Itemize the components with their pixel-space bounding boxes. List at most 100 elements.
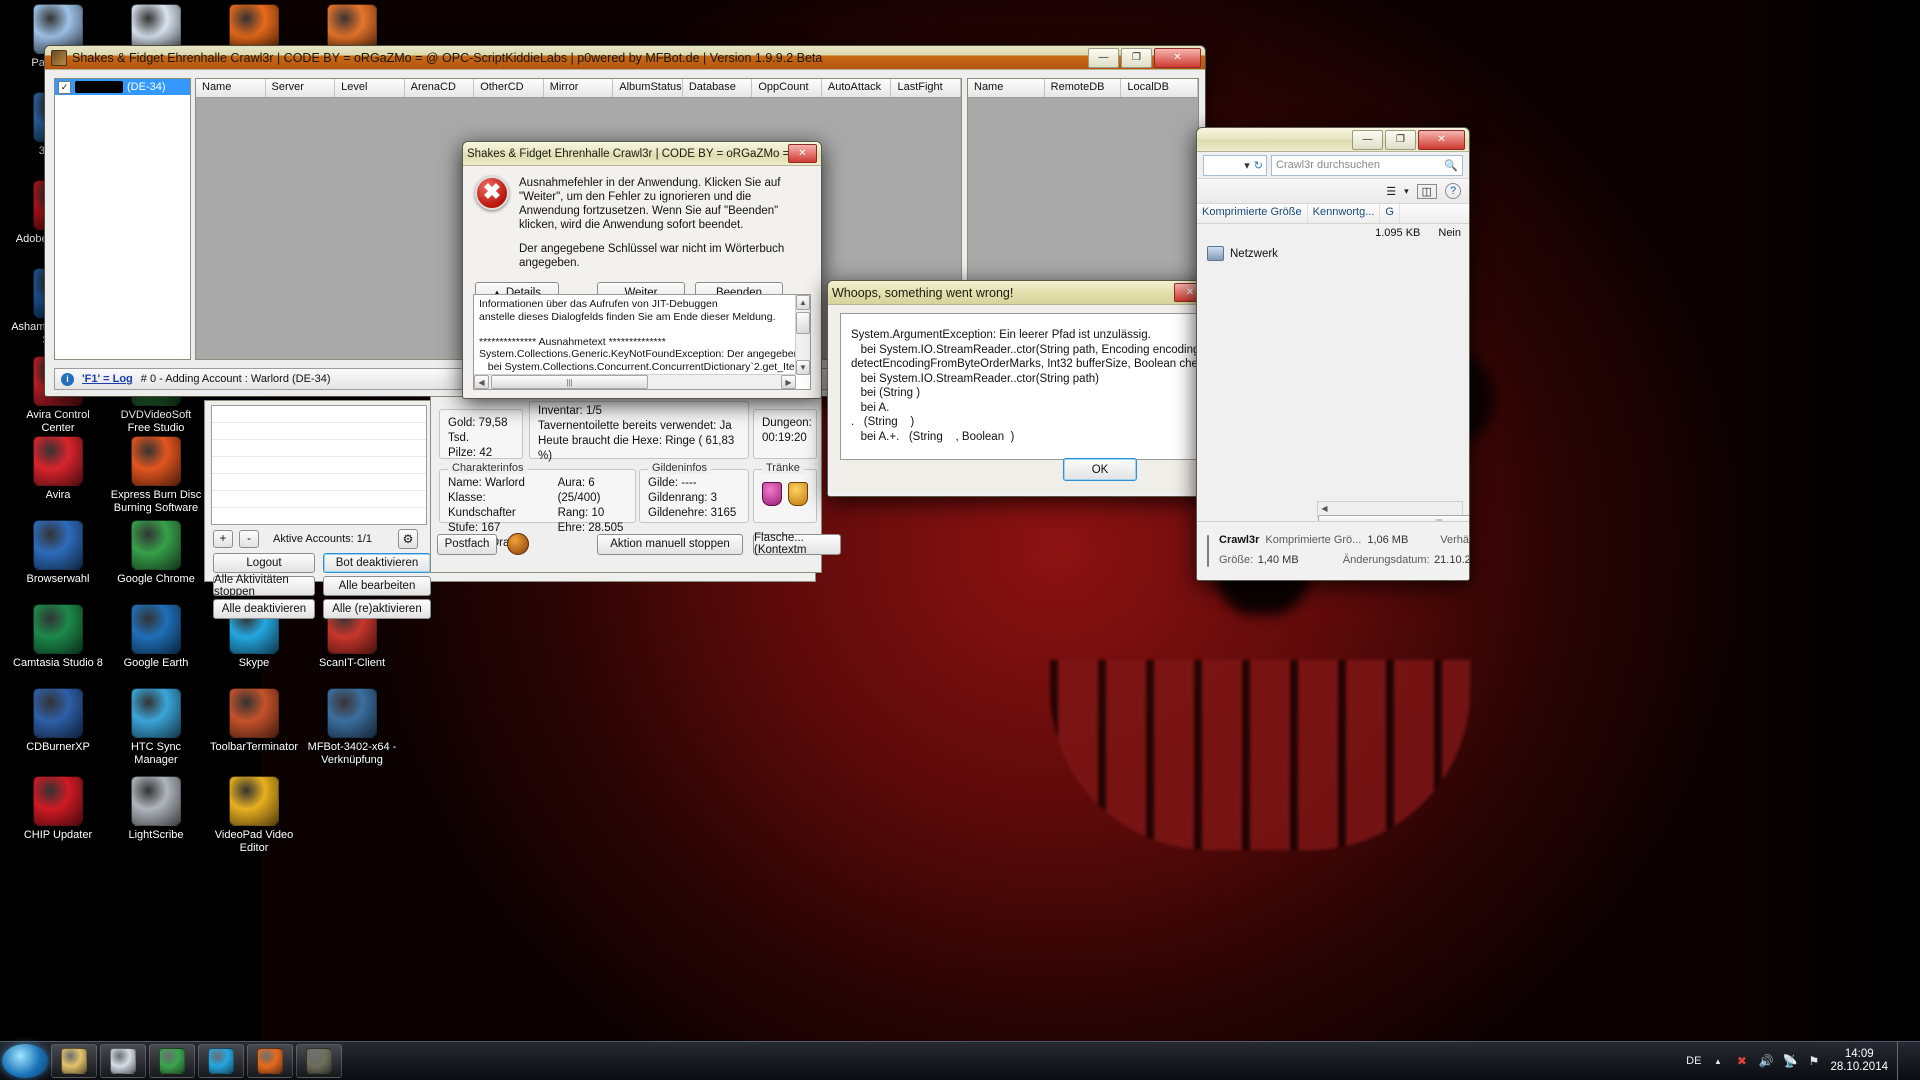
whoops-dialog[interactable]: Whoops, something went wrong! ✕ System.A… bbox=[827, 280, 1248, 497]
scroll-right-arrow[interactable]: ▶ bbox=[781, 375, 796, 389]
database-grid-header[interactable]: Name RemoteDB LocalDB bbox=[968, 79, 1199, 98]
whoops-dialog-titlebar[interactable]: Whoops, something went wrong! ✕ bbox=[828, 281, 1210, 305]
gear-icon[interactable]: ⚙ bbox=[398, 529, 419, 549]
scroll-up-arrow[interactable]: ▲ bbox=[796, 295, 810, 310]
desktop-icon-browser-choice[interactable]: Browserwahl bbox=[10, 520, 106, 586]
column-header[interactable]: AutoAttack bbox=[822, 79, 892, 97]
explorer-titlebar[interactable]: — ❐ ✕ bbox=[1197, 128, 1469, 152]
show-hidden-icons-arrow[interactable]: ▲ bbox=[1710, 1054, 1725, 1069]
desktop-icon-mfbot-shortcut[interactable]: MFBot-3402-x64 - Verknüpfung bbox=[304, 688, 400, 767]
account-list-item[interactable]: ✓ (DE-34) bbox=[55, 79, 190, 95]
column-header[interactable]: ArenaCD bbox=[405, 79, 475, 97]
desktop-icon-express-burn[interactable]: Express Burn Disc Burning Software bbox=[108, 436, 204, 515]
taskbar-item-media-player[interactable] bbox=[100, 1044, 146, 1078]
accounts-grid-header[interactable]: Name Server Level ArenaCD OtherCD Mirror Album… bbox=[196, 79, 962, 98]
close-button[interactable]: ✕ bbox=[1154, 47, 1201, 68]
explorer-close-button[interactable]: ✕ bbox=[1418, 129, 1465, 150]
explorer-maximize-button[interactable]: ❐ bbox=[1385, 129, 1416, 150]
exception-details-area[interactable]: Informationen über das Aufrufen von JIT-… bbox=[473, 294, 811, 390]
bot-buttons-row-1[interactable]: Logout Bot deaktivieren bbox=[213, 553, 431, 573]
log-link[interactable]: 'F1' = Log bbox=[82, 373, 133, 385]
explorer-minimize-button[interactable]: — bbox=[1352, 129, 1383, 150]
bot-log-list[interactable] bbox=[211, 405, 427, 525]
minimize-button[interactable]: — bbox=[1088, 47, 1119, 68]
column-header[interactable]: OppCount bbox=[752, 79, 822, 97]
explorer-scroll-left-arrow[interactable]: ◀ bbox=[1318, 502, 1331, 515]
bot-window-buttons[interactable]: — ❐ ✕ bbox=[1088, 47, 1201, 68]
explorer-toolbar[interactable]: ☰ ▾ ◫ ? bbox=[1197, 179, 1469, 204]
column-header[interactable]: Name bbox=[196, 79, 266, 97]
explorer-tree-item-network[interactable]: Netzwerk bbox=[1197, 242, 1469, 265]
exception-dialog-close-button[interactable]: ✕ bbox=[787, 144, 817, 163]
potion-icon-toolbar[interactable] bbox=[507, 533, 529, 555]
remove-account-button[interactable]: - bbox=[239, 530, 259, 548]
explorer-address-bar[interactable]: ▾ ↻ bbox=[1203, 154, 1267, 176]
desktop-icon-camtasia[interactable]: Camtasia Studio 8 bbox=[10, 604, 106, 670]
stop-all-activities-button[interactable]: Alle Aktivitäten stoppen bbox=[213, 574, 315, 598]
add-account-button[interactable]: + bbox=[213, 530, 233, 548]
explorer-window[interactable]: — ❐ ✕ ▾ ↻ Crawl3r durchsuchen 🔍 ☰ ▾ ◫ ? … bbox=[1196, 127, 1470, 581]
start-orb-button[interactable] bbox=[2, 1044, 48, 1078]
details-hscroll-thumb[interactable]: ||| bbox=[491, 375, 648, 389]
tray-language[interactable]: DE bbox=[1686, 1055, 1701, 1067]
desktop-icon-chip-updater[interactable]: CHIP Updater bbox=[10, 776, 106, 842]
column-header[interactable]: RemoteDB bbox=[1045, 79, 1122, 97]
bot-buttons-row-2[interactable]: Alle Aktivitäten stoppen Alle bearbeiten bbox=[213, 574, 431, 598]
bot-deactivate-button[interactable]: Bot deaktivieren bbox=[323, 553, 431, 573]
desktop-icon-toolbar-terminator[interactable]: ToolbarTerminator bbox=[206, 688, 302, 754]
taskbar-item-skype[interactable] bbox=[198, 1044, 244, 1078]
explorer-horizontal-scrollbar[interactable]: ◀ ||| ▶ bbox=[1317, 501, 1469, 541]
desktop-icon-avira[interactable]: Avira bbox=[10, 436, 106, 502]
explorer-file-rows[interactable]: 1.095 KB Nein bbox=[1197, 224, 1469, 242]
bot-buttons-row-3[interactable]: Alle deaktivieren Alle (re)aktivieren bbox=[213, 599, 431, 619]
volume-icon[interactable]: 🔊 bbox=[1758, 1054, 1773, 1069]
refresh-icon[interactable]: ↻ bbox=[1254, 159, 1263, 172]
taskbar-items[interactable] bbox=[48, 1044, 342, 1078]
desktop-icon-videopad[interactable]: VideoPad Video Editor bbox=[206, 776, 302, 855]
chevron-down-icon[interactable]: ▾ bbox=[1244, 159, 1250, 172]
taskbar-item-firefox[interactable] bbox=[247, 1044, 293, 1078]
taskbar-clock[interactable]: 14:09 28.10.2014 bbox=[1830, 1048, 1888, 1074]
view-list-icon[interactable]: ☰ bbox=[1386, 185, 1396, 198]
column-header[interactable]: Mirror bbox=[544, 79, 614, 97]
bot-window-titlebar[interactable]: Shakes & Fidget Ehrenhalle Crawl3r | COD… bbox=[45, 46, 1205, 70]
column-header[interactable]: Name bbox=[968, 79, 1045, 97]
bot-action-row[interactable]: Postfach Aktion manuell stoppen Flasche.… bbox=[437, 532, 841, 556]
system-tray[interactable]: DE ▲ ✖ 🔊 📡 ⚑ 14:09 28.10.2014 bbox=[1686, 1042, 1920, 1080]
table-row[interactable]: 1.095 KB Nein bbox=[1197, 224, 1469, 242]
scroll-left-arrow[interactable]: ◀ bbox=[474, 375, 489, 389]
account-list[interactable]: ✓ (DE-34) bbox=[54, 78, 191, 360]
stop-action-button[interactable]: Aktion manuell stoppen bbox=[597, 533, 743, 555]
column-header[interactable]: Database bbox=[683, 79, 753, 97]
flag-icon[interactable]: ⚑ bbox=[1806, 1054, 1821, 1069]
account-controls-row[interactable]: + - Aktive Accounts: 1/1 ⚙ bbox=[213, 529, 419, 549]
show-desktop-button[interactable] bbox=[1897, 1042, 1910, 1080]
account-checkbox[interactable]: ✓ bbox=[58, 80, 71, 94]
desktop-icon-htc-sync[interactable]: HTC Sync Manager bbox=[108, 688, 204, 767]
help-icon[interactable]: ? bbox=[1445, 183, 1461, 199]
explorer-navigation-bar[interactable]: ▾ ↻ Crawl3r durchsuchen 🔍 bbox=[1197, 152, 1469, 179]
explorer-column-headers[interactable]: Komprimierte Größe Kennwortg... G bbox=[1197, 204, 1469, 224]
chevron-down-icon-view[interactable]: ▾ bbox=[1404, 186, 1409, 197]
details-horizontal-scrollbar[interactable]: ◀ ||| ▶ bbox=[474, 374, 796, 389]
column-header[interactable]: LocalDB bbox=[1121, 79, 1199, 97]
explorer-column-header[interactable]: G bbox=[1380, 204, 1400, 223]
column-header[interactable]: Level bbox=[335, 79, 405, 97]
deactivate-all-button[interactable]: Alle deaktivieren bbox=[213, 599, 315, 619]
taskbar-item-chrome[interactable] bbox=[149, 1044, 195, 1078]
network-tray-icon[interactable]: 📡 bbox=[1782, 1054, 1797, 1069]
column-header[interactable]: LastFight bbox=[891, 79, 962, 97]
preview-pane-icon[interactable]: ◫ bbox=[1416, 183, 1437, 199]
flask-context-button[interactable]: Flasche... (Kontextm bbox=[753, 532, 841, 556]
potion-icon-2[interactable] bbox=[788, 482, 808, 506]
reactivate-all-button[interactable]: Alle (re)aktivieren bbox=[323, 599, 431, 619]
exception-dialog[interactable]: Shakes & Fidget Ehrenhalle Crawl3r | COD… bbox=[462, 141, 822, 399]
postfach-button[interactable]: Postfach bbox=[437, 533, 497, 555]
desktop-icon-google-earth[interactable]: Google Earth bbox=[108, 604, 204, 670]
details-vertical-scrollbar[interactable]: ▲ ▼ bbox=[795, 295, 810, 375]
column-header[interactable]: Server bbox=[266, 79, 336, 97]
potion-icon[interactable] bbox=[762, 482, 782, 506]
taskbar-item-bot-window[interactable] bbox=[296, 1044, 342, 1078]
avira-tray-icon[interactable]: ✖ bbox=[1734, 1054, 1749, 1069]
column-header[interactable]: OtherCD bbox=[474, 79, 544, 97]
